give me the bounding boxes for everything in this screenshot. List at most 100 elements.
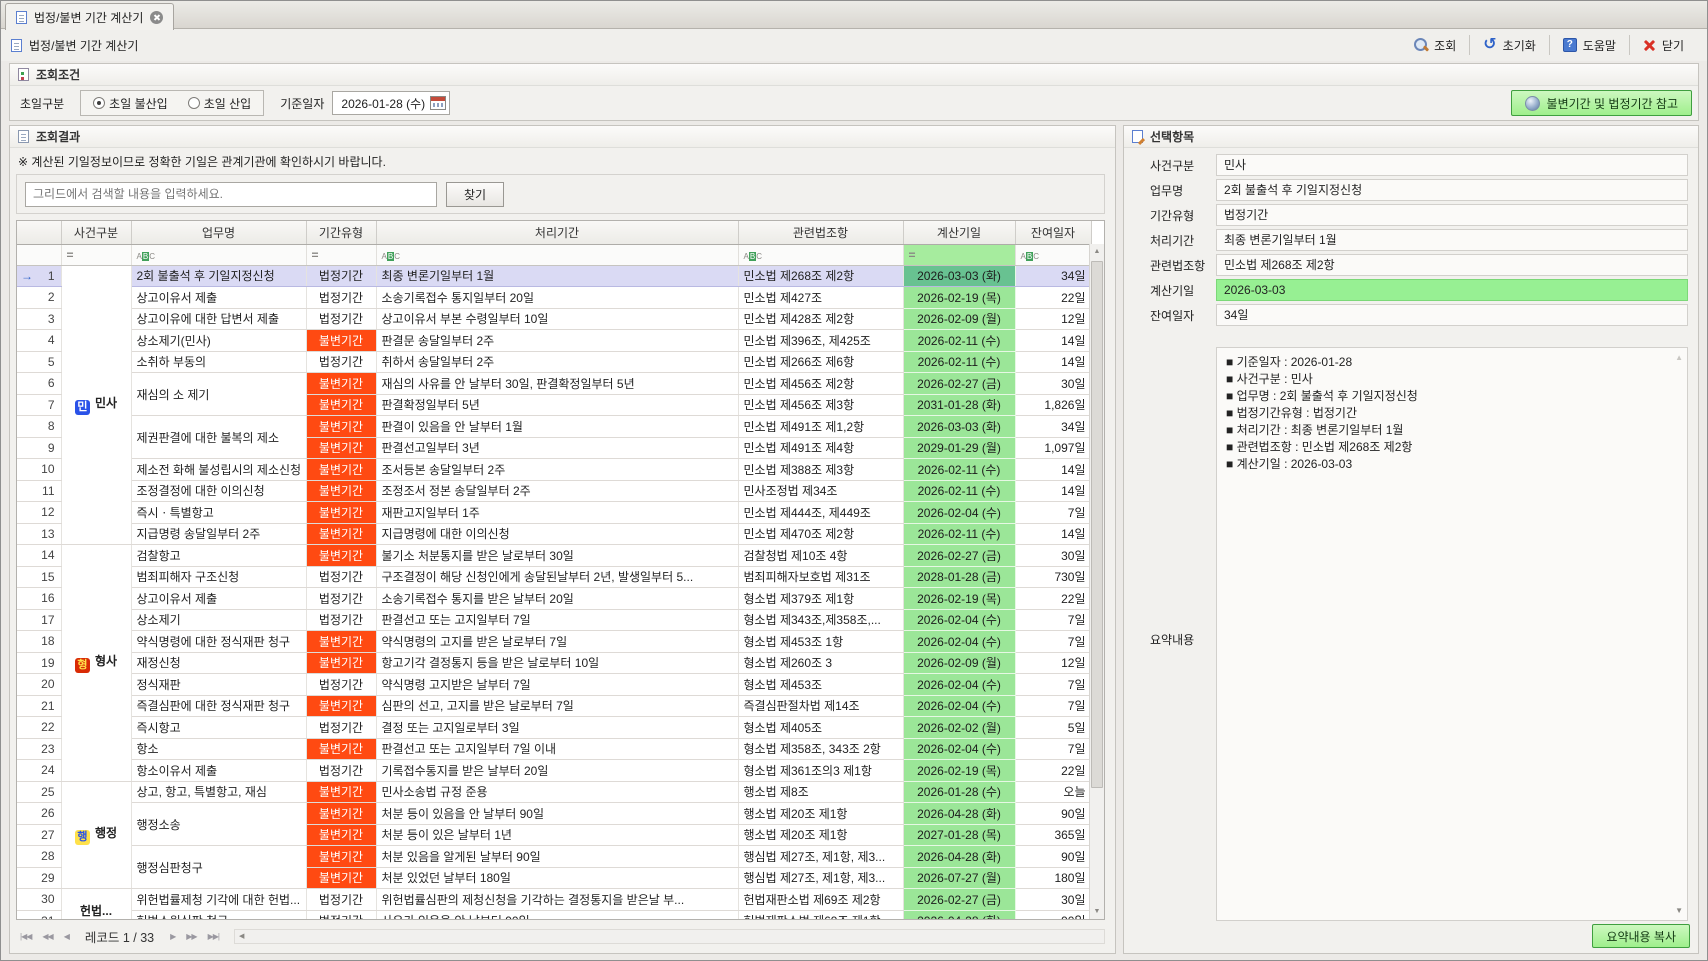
task-name-cell[interactable]: 소취하 부동의 bbox=[131, 351, 306, 373]
row-number-cell[interactable]: 7 bbox=[17, 394, 61, 416]
copy-summary-button[interactable]: 요약내용 복사 bbox=[1592, 924, 1690, 948]
table-row[interactable]: →1민민사2회 불출석 후 기일지정신청법정기간최종 변론기일부터 1월민소법 … bbox=[17, 265, 1091, 287]
calculated-date-cell[interactable]: 2026-02-27 (금) bbox=[903, 889, 1015, 911]
calculated-date-cell[interactable]: 2026-02-09 (월) bbox=[903, 652, 1015, 674]
related-law-cell[interactable]: 행심법 제27조, 제1항, 제3... bbox=[738, 867, 903, 889]
calculated-date-cell[interactable]: 2026-02-04 (수) bbox=[903, 738, 1015, 760]
related-law-cell[interactable]: 행소법 제8조 bbox=[738, 781, 903, 803]
next-group-button[interactable]: ▶▶ bbox=[182, 932, 200, 941]
remaining-days-cell[interactable]: 180일 bbox=[1015, 867, 1091, 889]
related-law-cell[interactable]: 민소법 제266조 제6항 bbox=[738, 351, 903, 373]
row-number-cell[interactable]: →1 bbox=[17, 265, 61, 287]
table-row[interactable]: 6재심의 소 제기불변기간재심의 사유를 안 날부터 30일, 판결확정일부터 … bbox=[17, 373, 1091, 395]
filter-cell[interactable]: = bbox=[61, 244, 131, 265]
period-type-cell[interactable]: 법정기간 bbox=[306, 308, 376, 330]
period-type-cell[interactable]: 법정기간 bbox=[306, 717, 376, 739]
table-row[interactable]: 18약식명령에 대한 정식재판 청구불변기간약식명령의 고지를 받은 날로부터 … bbox=[17, 631, 1091, 653]
remaining-days-cell[interactable]: 오늘 bbox=[1015, 781, 1091, 803]
remaining-days-cell[interactable]: 22일 bbox=[1015, 588, 1091, 610]
remaining-days-cell[interactable]: 5일 bbox=[1015, 717, 1091, 739]
radio-exclude-first-day[interactable]: 초일 불산입 bbox=[93, 95, 168, 112]
remaining-days-cell[interactable]: 7일 bbox=[1015, 502, 1091, 524]
period-type-cell[interactable]: 법정기간 bbox=[306, 674, 376, 696]
processing-period-cell[interactable]: 소송기록접수 통지일부터 20일 bbox=[376, 287, 738, 309]
processing-period-cell[interactable]: 판결이 있음을 안 날부터 1월 bbox=[376, 416, 738, 438]
remaining-days-cell[interactable]: 14일 bbox=[1015, 330, 1091, 352]
period-type-cell[interactable]: 법정기간 bbox=[306, 265, 376, 287]
remaining-days-cell[interactable]: 14일 bbox=[1015, 459, 1091, 481]
horizontal-scrollbar[interactable]: ◀ bbox=[234, 929, 1105, 944]
calculated-date-cell[interactable]: 2026-02-02 (월) bbox=[903, 717, 1015, 739]
calculated-date-cell[interactable]: 2026-04-28 (화) bbox=[903, 803, 1015, 825]
calculated-date-cell[interactable]: 2026-03-03 (화) bbox=[903, 265, 1015, 287]
table-row[interactable]: 26행정소송불변기간처분 등이 있음을 안 날부터 90일행소법 제20조 제1… bbox=[17, 803, 1091, 825]
processing-period-cell[interactable]: 조정조서 정본 송달일부터 2주 bbox=[376, 480, 738, 502]
table-row[interactable]: 15범죄피해자 구조신청법정기간구조결정이 해당 신청인에게 송달된날부터 2년… bbox=[17, 566, 1091, 588]
period-type-cell[interactable]: 불변기간 bbox=[306, 824, 376, 846]
related-law-cell[interactable]: 형소법 제358조, 343조 2항 bbox=[738, 738, 903, 760]
table-row[interactable]: 14형형사검찰항고불변기간불기소 처분통지를 받은 날로부터 30일검찰청법 제… bbox=[17, 545, 1091, 567]
calculated-date-cell[interactable]: 2026-07-27 (월) bbox=[903, 867, 1015, 889]
remaining-days-cell[interactable]: 7일 bbox=[1015, 674, 1091, 696]
period-type-cell[interactable]: 불변기간 bbox=[306, 781, 376, 803]
related-law-cell[interactable]: 헌법재판소법 제69조 제1항 bbox=[738, 910, 903, 920]
summary-box[interactable]: ▲ ▼ ■ 기준일자 : 2026-01-28■ 사건구분 : 민사■ 업무명 … bbox=[1216, 347, 1688, 921]
related-law-cell[interactable]: 형소법 제260조 3 bbox=[738, 652, 903, 674]
processing-period-cell[interactable]: 판결선고 또는 고지일부터 7일 이내 bbox=[376, 738, 738, 760]
period-type-cell[interactable]: 불변기간 bbox=[306, 846, 376, 868]
related-law-cell[interactable]: 민소법 제491조 제1,2항 bbox=[738, 416, 903, 438]
processing-period-cell[interactable]: 불기소 처분통지를 받은 날로부터 30일 bbox=[376, 545, 738, 567]
table-row[interactable]: 10제소전 화해 불성립시의 제소신청불변기간조서등본 송달일부터 2주민소법 … bbox=[17, 459, 1091, 481]
remaining-days-cell[interactable]: 90일 bbox=[1015, 846, 1091, 868]
hscroll-left-icon[interactable]: ◀ bbox=[235, 932, 248, 940]
column-header-related-law[interactable]: 관련법조항 bbox=[738, 221, 903, 244]
related-law-cell[interactable]: 형소법 제361조의3 제1항 bbox=[738, 760, 903, 782]
related-law-cell[interactable]: 헌법재판소법 제69조 제2항 bbox=[738, 889, 903, 911]
table-row[interactable]: 3상고이유에 대한 답변서 제출법정기간상고이유서 부본 수령일부터 10일민소… bbox=[17, 308, 1091, 330]
period-type-cell[interactable]: 불변기간 bbox=[306, 695, 376, 717]
remaining-days-cell[interactable]: 34일 bbox=[1015, 265, 1091, 287]
remaining-days-cell[interactable]: 730일 bbox=[1015, 566, 1091, 588]
related-law-cell[interactable]: 행소법 제20조 제1항 bbox=[738, 824, 903, 846]
remaining-days-cell[interactable]: 22일 bbox=[1015, 287, 1091, 309]
table-row[interactable]: 13지급명령 송달일부터 2주불변기간지급명령에 대한 이의신청민소법 제470… bbox=[17, 523, 1091, 545]
remaining-days-cell[interactable]: 1,826일 bbox=[1015, 394, 1091, 416]
processing-period-cell[interactable]: 재판고지일부터 1주 bbox=[376, 502, 738, 524]
processing-period-cell[interactable]: 결정 또는 고지일로부터 3일 bbox=[376, 717, 738, 739]
processing-period-cell[interactable]: 항고기각 결정통지 등을 받은 날로부터 10일 bbox=[376, 652, 738, 674]
calculated-date-cell[interactable]: 2026-02-04 (수) bbox=[903, 502, 1015, 524]
remaining-days-cell[interactable]: 365일 bbox=[1015, 824, 1091, 846]
filter-cell[interactable]: ABC bbox=[738, 244, 903, 265]
period-type-cell[interactable]: 법정기간 bbox=[306, 889, 376, 911]
filter-cell[interactable]: ABC bbox=[1015, 244, 1091, 265]
row-number-cell[interactable]: 18 bbox=[17, 631, 61, 653]
processing-period-cell[interactable]: 취하서 송달일부터 2주 bbox=[376, 351, 738, 373]
calculated-date-cell[interactable]: 2026-04-28 (화) bbox=[903, 910, 1015, 920]
tab-close-icon[interactable] bbox=[150, 11, 163, 24]
row-number-cell[interactable]: 6 bbox=[17, 373, 61, 395]
help-button[interactable]: ? 도움말 bbox=[1550, 33, 1629, 57]
related-law-cell[interactable]: 형소법 제453조 bbox=[738, 674, 903, 696]
period-type-cell[interactable]: 법정기간 bbox=[306, 566, 376, 588]
task-name-cell[interactable]: 제소전 화해 불성립시의 제소신청 bbox=[131, 459, 306, 481]
case-type-cell[interactable]: 헌법... bbox=[61, 889, 131, 921]
task-name-cell[interactable]: 상고이유서 제출 bbox=[131, 588, 306, 610]
column-header-processing-period[interactable]: 처리기간 bbox=[376, 221, 738, 244]
related-law-cell[interactable]: 검찰청법 제10조 4항 bbox=[738, 545, 903, 567]
related-law-cell[interactable]: 민소법 제428조 제2항 bbox=[738, 308, 903, 330]
case-type-cell[interactable]: 행행정 bbox=[61, 781, 131, 889]
row-number-cell[interactable]: 20 bbox=[17, 674, 61, 696]
calculated-date-cell[interactable]: 2031-01-28 (화) bbox=[903, 394, 1015, 416]
remaining-days-cell[interactable]: 7일 bbox=[1015, 631, 1091, 653]
related-law-cell[interactable]: 민사조정법 제34조 bbox=[738, 480, 903, 502]
task-name-cell[interactable]: 즉결심판에 대한 정식재판 청구 bbox=[131, 695, 306, 717]
remaining-days-cell[interactable]: 34일 bbox=[1015, 416, 1091, 438]
period-type-cell[interactable]: 불변기간 bbox=[306, 631, 376, 653]
processing-period-cell[interactable]: 판결문 송달일부터 2주 bbox=[376, 330, 738, 352]
tab-period-calculator[interactable]: 법정/불변 기간 계산기 bbox=[5, 3, 174, 30]
task-name-cell[interactable]: 재심의 소 제기 bbox=[131, 373, 306, 416]
task-name-cell[interactable]: 항소 bbox=[131, 738, 306, 760]
table-row[interactable]: 16상고이유서 제출법정기간소송기록접수 통지를 받은 날부터 20일형소법 제… bbox=[17, 588, 1091, 610]
task-name-cell[interactable]: 상소제기(민사) bbox=[131, 330, 306, 352]
task-name-cell[interactable]: 즉시ㆍ특별항고 bbox=[131, 502, 306, 524]
